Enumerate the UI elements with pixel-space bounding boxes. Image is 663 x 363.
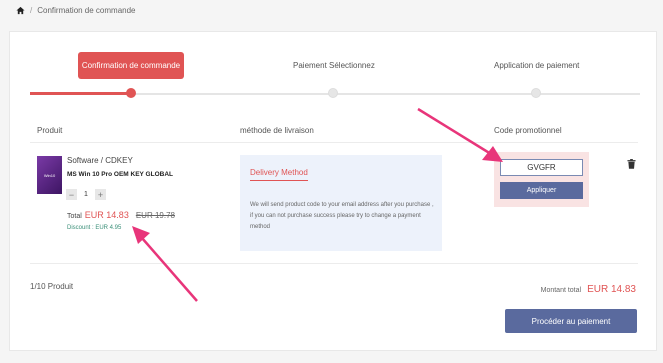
summary-divider [30,263,638,264]
product-old-price: EUR 19.78 [135,211,175,220]
promo-code-box: Appliquer [494,152,589,207]
progress-dot-2 [328,88,338,98]
quantity-increase-button[interactable]: + [95,189,106,200]
breadcrumb-current: Confirmation de commande [37,6,136,15]
promo-code-input[interactable] [500,159,583,176]
breadcrumb-separator: / [30,6,33,15]
header-divider [30,142,638,143]
apply-promo-button[interactable]: Appliquer [500,182,583,199]
total-label: Total [67,213,82,220]
checkout-card: Confirmation de commande Paiement Sélect… [9,31,657,351]
column-header-product: Produit [37,126,63,135]
product-category: Software / CDKEY [67,156,133,165]
step-payment-select[interactable]: Paiement Sélectionnez [293,61,375,70]
progress-fill [30,92,132,95]
product-total: Total EUR 14.83 EUR 19.78 [67,210,175,220]
step-confirmation[interactable]: Confirmation de commande [78,52,184,79]
column-header-promo: Code promotionnel [494,126,562,135]
quantity-stepper: − 1 + [66,189,106,200]
product-count: 1/10 Produit [30,282,74,291]
proceed-to-payment-button[interactable]: Procéder au paiement [505,309,637,333]
breadcrumb: / Confirmation de commande [16,6,136,15]
product-discount: Discount : EUR 4.95 [67,225,122,231]
progress-dot-1 [126,88,136,98]
order-total: Montant total EUR 14.83 [541,284,636,295]
delivery-method-box: Delivery Method We will send product cod… [240,155,442,251]
home-icon[interactable] [16,6,25,15]
progress-dot-3 [531,88,541,98]
quantity-value[interactable]: 1 [77,191,95,198]
product-name[interactable]: MS Win 10 Pro OEM KEY GLOBAL [67,171,173,178]
step-payment-application[interactable]: Application de paiement [494,61,579,70]
quantity-decrease-button[interactable]: − [66,189,77,200]
delivery-method-title: Delivery Method [250,168,308,181]
delivery-method-description: We will send product code to your email … [250,202,434,230]
product-thumbnail: Win10 [37,156,62,194]
trash-icon[interactable] [627,159,636,169]
product-price: EUR 14.83 [84,210,129,220]
order-total-value: EUR 14.83 [587,284,636,295]
order-total-label: Montant total [540,287,582,294]
column-header-delivery: méthode de livraison [240,126,314,135]
